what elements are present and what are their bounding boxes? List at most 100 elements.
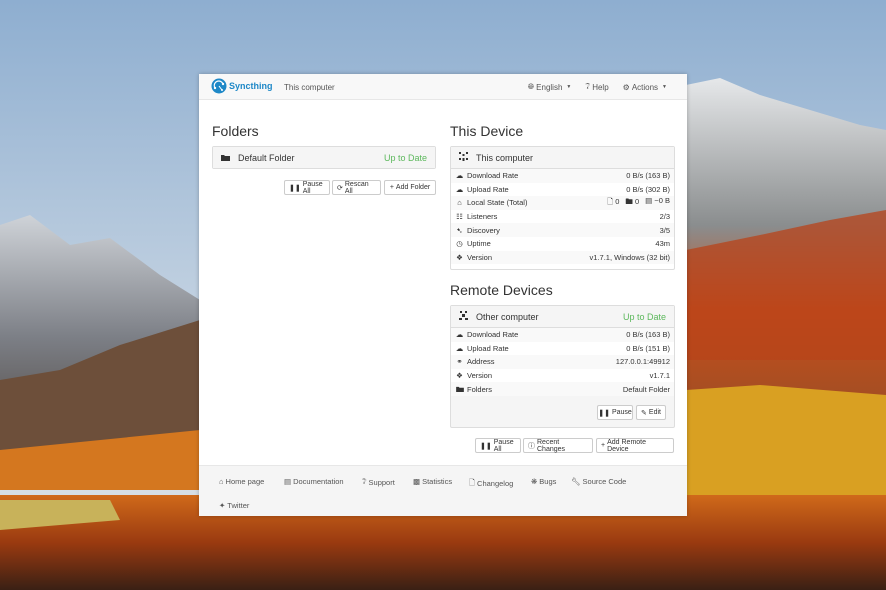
recent-changes-label: Recent Changes: [537, 438, 566, 453]
info-circle-icon: ⓘ: [528, 442, 535, 450]
this-device-header[interactable]: This computer: [451, 147, 674, 169]
footer-link-label: Twitter: [227, 501, 250, 510]
row-label: Upload Rate: [467, 184, 509, 194]
row-label: Folders: [467, 384, 493, 394]
row-label: Download Rate: [467, 330, 519, 340]
navbar-device-name: This computer: [284, 83, 335, 92]
cloud-download-icon: ☁︎: [455, 171, 464, 181]
table-row: ☁︎ Upload Rate 0 B/s (151 B): [451, 342, 674, 356]
row-value: 0 B/s (151 B): [626, 343, 670, 353]
remote-device-name: Other computer: [476, 311, 539, 322]
row-label: Address: [467, 357, 495, 367]
syncthing-window: Syncthing This computer 🌐︎ English ▼ ❔︎ Hel…: [199, 74, 687, 516]
remote-device-header[interactable]: Other computer Up to Date: [451, 306, 674, 328]
device-identicon-icon: [459, 152, 468, 163]
tag-icon: ❖: [456, 252, 463, 262]
row-value: v1.7.1, Windows (32 bit): [557, 250, 674, 265]
brand[interactable]: Syncthing: [211, 78, 273, 94]
footer-link-twitter[interactable]: ✦ Twitter: [219, 501, 249, 510]
folder-icon: 🖿︎: [625, 197, 633, 207]
table-row: ☁︎ Download Rate 0 B/s (163 B): [451, 328, 674, 342]
footer-link-label: Support: [368, 477, 395, 487]
table-row: Folders Default Folder: [451, 382, 674, 396]
row-value: 0 B/s (163 B): [557, 169, 674, 183]
add-folder-button[interactable]: + Add Folder: [384, 180, 436, 195]
row-label: Local State (Total): [467, 198, 528, 208]
language-menu[interactable]: 🌐︎ English ▼: [528, 82, 572, 92]
row-value[interactable]: 2/3: [557, 210, 674, 224]
edit-device-label: Edit: [648, 409, 661, 416]
remote-devices-heading: Remote Devices: [450, 282, 553, 298]
pause-device-label: Pause: [611, 409, 632, 416]
hdd-icon: ▤: [645, 196, 653, 206]
footer-link-statistics[interactable]: ▩ Statistics: [413, 477, 452, 486]
footer-link-changelog[interactable]: 🗋︎ Changelog: [469, 477, 513, 490]
row-value: v1.7.1: [649, 371, 670, 381]
caret-down-icon: ▼: [566, 84, 572, 90]
table-row: ◷ Uptime 43m: [451, 237, 674, 251]
table-row: ❖ Version v1.7.1, Windows (32 bit): [451, 250, 674, 265]
tag-icon: ❖: [456, 371, 463, 381]
sitemap-icon: ☷: [456, 212, 463, 222]
add-folder-label: Add Folder: [395, 184, 431, 191]
row-label: Upload Rate: [467, 343, 509, 353]
actions-menu[interactable]: ⚙︎ Actions ▼: [623, 82, 667, 92]
globe-icon: 🌐︎: [527, 82, 535, 91]
add-remote-device-label: Add Remote Device: [607, 438, 647, 453]
footer-link-source-code[interactable]: 🔧︎ Source Code: [571, 477, 626, 486]
footer-link-bugs[interactable]: ❋ Bugs: [531, 477, 556, 486]
row-value: 43m: [655, 239, 670, 249]
row-label: Uptime: [467, 239, 491, 249]
add-remote-device-button[interactable]: + Add Remote Device: [596, 438, 674, 453]
this-device-name: This computer: [476, 152, 534, 163]
table-row: ❖ Version v1.7.1: [451, 369, 674, 383]
help-label: Help: [592, 82, 609, 92]
pause-device-button[interactable]: ❚❚ Pause: [597, 405, 633, 420]
local-files-count: 0: [615, 197, 620, 207]
question-circle-icon: ❔︎: [585, 82, 591, 91]
device-identicon-icon: [459, 311, 468, 322]
pause-all-folders-label: Pause All: [302, 180, 323, 195]
row-value: Default Folder: [570, 382, 674, 396]
row-value: 127.0.0.1:49912: [570, 355, 674, 369]
row-label: Discovery: [467, 225, 500, 235]
row-value[interactable]: 3/5: [557, 223, 674, 237]
row-value: 0 B/s (163 B): [570, 328, 674, 342]
table-row: ⚭ Address 127.0.0.1:49912: [451, 355, 674, 369]
folders-heading: Folders: [212, 123, 259, 139]
folder-status: Up to Date: [383, 152, 427, 163]
folder-panel-default[interactable]: Default Folder Up to Date: [212, 146, 436, 169]
file-icon: 🗋︎: [607, 197, 614, 207]
rescan-all-button[interactable]: ⟳ Rescan All: [332, 180, 381, 195]
pause-all-devices-button[interactable]: ❚❚ Pause All: [475, 438, 521, 453]
edit-device-button[interactable]: ✎ Edit: [636, 405, 666, 420]
plus-icon: +: [389, 184, 394, 191]
help-menu[interactable]: ❔︎ Help: [585, 82, 608, 92]
footer-link-label: Home page: [225, 477, 265, 486]
cloud-upload-icon: ☁︎: [455, 184, 464, 194]
question-circle-icon: ❔︎: [362, 477, 367, 486]
pause-icon: ❚❚: [480, 442, 492, 450]
language-label: English: [536, 82, 563, 92]
file-text-icon: 🗋︎: [469, 478, 476, 487]
pause-all-devices-label: Pause All: [493, 438, 514, 453]
remote-device-status: Up to Date: [622, 311, 666, 322]
home-icon: ⌂: [219, 477, 224, 486]
brand-name: Syncthing: [229, 81, 273, 91]
footer-link-label: Documentation: [293, 477, 344, 486]
recent-changes-button[interactable]: ⓘ Recent Changes: [523, 438, 593, 453]
footer-link-label: Bugs: [539, 477, 557, 486]
footer: ⌂ Home page ▤ Documentation ❔︎ Support ▩ Sta…: [199, 465, 687, 516]
table-row: ☁︎ Download Rate 0 B/s (163 B): [451, 169, 674, 183]
twitter-icon: ✦: [219, 501, 226, 510]
footer-link-documentation[interactable]: ▤ Documentation: [284, 477, 344, 486]
actions-label: Actions: [631, 82, 659, 92]
wrench-icon: 🔧︎: [571, 477, 581, 486]
book-icon: ▤: [284, 477, 292, 486]
footer-link-home[interactable]: ⌂ Home page: [219, 477, 264, 486]
folder-icon: [455, 385, 464, 394]
footer-link-label: Statistics: [422, 477, 453, 486]
pause-all-folders-button[interactable]: ❚❚ Pause All: [284, 180, 330, 195]
footer-link-support[interactable]: ❔︎ Support: [362, 477, 395, 487]
table-row: ☷ Listeners 2/3: [451, 210, 674, 224]
